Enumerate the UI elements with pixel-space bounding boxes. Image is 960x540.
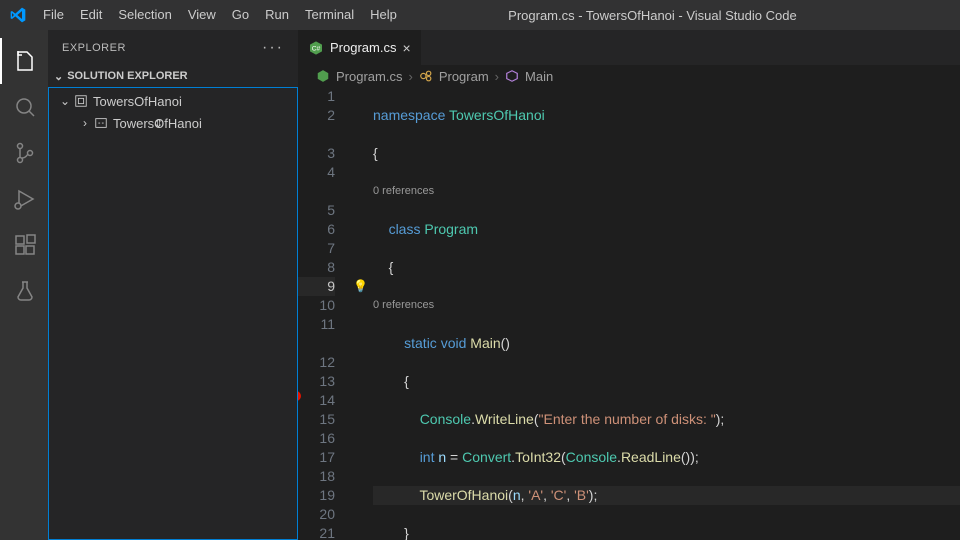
tab-close-icon[interactable]: × — [402, 40, 410, 56]
menu-edit[interactable]: Edit — [72, 0, 110, 30]
editor-content[interactable]: namespace TowersOfHanoi { 0 references c… — [373, 87, 960, 540]
activity-source-control-icon[interactable] — [0, 130, 48, 176]
code-lens[interactable]: 0 references — [373, 296, 434, 315]
code-lens[interactable]: 0 references — [373, 182, 434, 201]
window-title: Program.cs - TowersOfHanoi - Visual Stud… — [405, 8, 960, 23]
solution-explorer-header[interactable]: ⌄ SOLUTION EXPLORER — [48, 65, 298, 87]
menu-go[interactable]: Go — [224, 0, 257, 30]
chevron-right-icon: › — [408, 69, 412, 84]
activity-testing-icon[interactable] — [0, 268, 48, 314]
code-editor[interactable]: 1 2 3 4 5 6 7 8 9 10 11 12 13 14 15 16 1… — [298, 87, 960, 540]
method-icon — [505, 69, 519, 83]
class-icon — [419, 69, 433, 83]
solution-icon — [73, 94, 89, 108]
menu-selection[interactable]: Selection — [110, 0, 179, 30]
resize-cursor-icon: ⇕ — [154, 117, 163, 130]
activity-run-debug-icon[interactable] — [0, 176, 48, 222]
menu-terminal[interactable]: Terminal — [297, 0, 362, 30]
editor-area: C# Program.cs × Program.cs › Program › M… — [298, 30, 960, 540]
csharp-file-icon: C# — [308, 40, 324, 56]
menu-file[interactable]: File — [35, 0, 72, 30]
chevron-down-icon: ⌄ — [57, 94, 73, 108]
activity-explorer-icon[interactable] — [0, 38, 48, 84]
activity-search-icon[interactable] — [0, 84, 48, 130]
glyph-margin[interactable]: 💡 — [353, 87, 373, 540]
tree-project-child[interactable]: › TowersOfHanoi ⇕ — [49, 112, 297, 134]
csharp-project-icon — [93, 116, 109, 130]
tab-program-cs[interactable]: C# Program.cs × — [298, 30, 422, 65]
sidebar-more-icon[interactable]: ··· — [262, 39, 284, 57]
sidebar-title: EXPLORER — [62, 42, 126, 54]
gutter[interactable]: 1 2 3 4 5 6 7 8 9 10 11 12 13 14 15 16 1… — [298, 87, 353, 540]
editor-tabs: C# Program.cs × — [298, 30, 960, 65]
vscode-logo-icon — [0, 7, 35, 23]
activity-extensions-icon[interactable] — [0, 222, 48, 268]
main-menu: File Edit Selection View Go Run Terminal… — [35, 0, 405, 30]
chevron-down-icon: ⌄ — [54, 70, 63, 83]
svg-text:C#: C# — [312, 45, 321, 52]
solution-tree[interactable]: ⌄ TowersOfHanoi › TowersOfHanoi ⇕ — [48, 87, 298, 540]
title-bar: File Edit Selection View Go Run Terminal… — [0, 0, 960, 30]
tree-solution-root[interactable]: ⌄ TowersOfHanoi — [49, 90, 297, 112]
lightbulb-icon[interactable]: 💡 — [353, 277, 368, 296]
menu-run[interactable]: Run — [257, 0, 297, 30]
chevron-right-icon: › — [495, 69, 499, 84]
chevron-right-icon: › — [77, 116, 93, 130]
explorer-sidebar: EXPLORER ··· ⌄ SOLUTION EXPLORER ⌄ Tower… — [48, 30, 298, 540]
menu-help[interactable]: Help — [362, 0, 405, 30]
activity-bar — [0, 30, 48, 540]
menu-view[interactable]: View — [180, 0, 224, 30]
csharp-file-icon — [316, 69, 330, 83]
breadcrumb[interactable]: Program.cs › Program › Main — [298, 65, 960, 87]
